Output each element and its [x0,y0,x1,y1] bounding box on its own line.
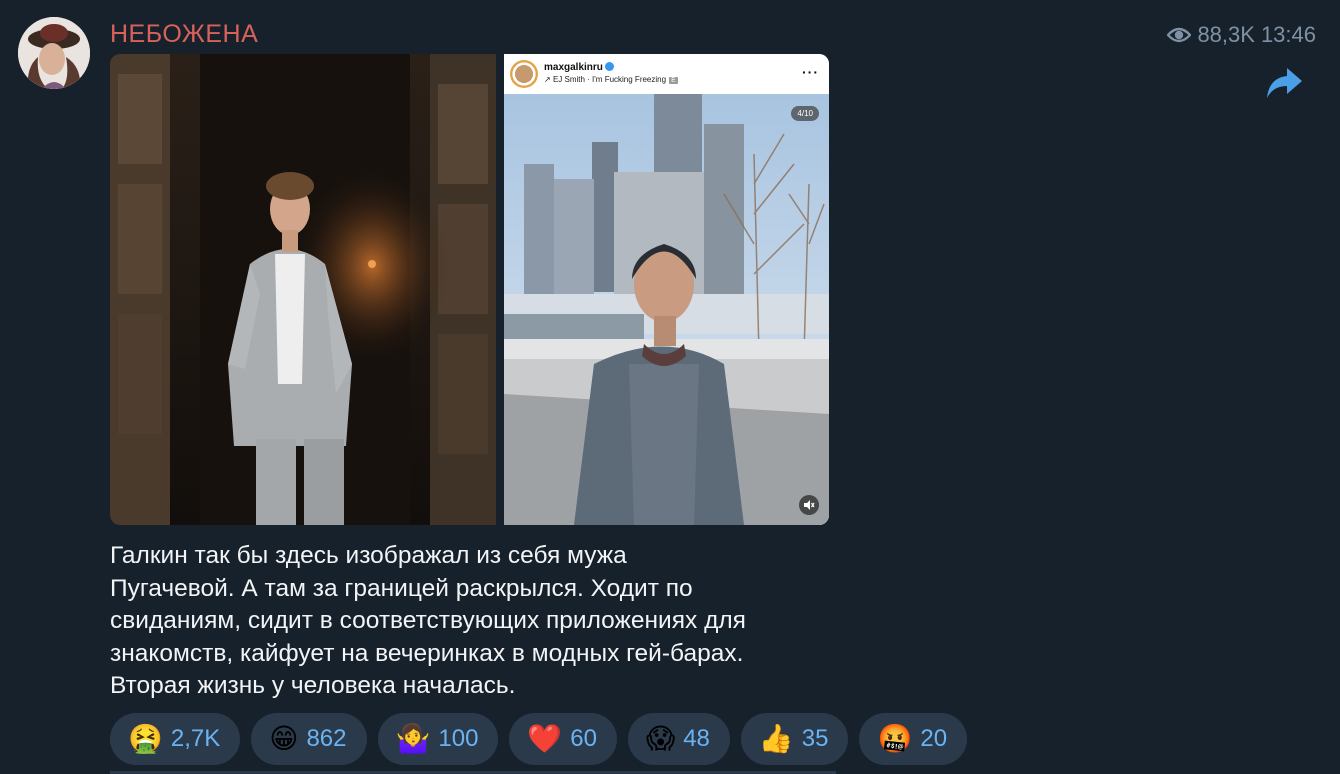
vomiting-face-icon: 🤮 [128,722,163,755]
slide-counter: 4/10 [791,106,819,121]
reaction-count: 48 [683,725,710,752]
reaction-count: 100 [438,725,479,752]
post-time: 13:46 [1260,22,1316,47]
reaction-scream[interactable]: 😱 48 [628,713,730,765]
reaction-cursing[interactable]: 🤬 20 [859,713,968,765]
thumbs-up-icon: 👍 [758,722,794,755]
reaction-heart[interactable]: ❤️ 60 [509,713,617,765]
eye-icon [1167,27,1192,43]
telegram-post: НЕБОЖЕНА 88,3K 13:46 maxgalkinru ↗ EJ Sm… [0,0,1340,774]
reaction-shrug[interactable]: 🤷‍♀️ 100 [377,713,499,765]
instagram-track: EJ Smith · I'm Fucking Freezing [552,75,667,84]
reaction-count: 60 [570,725,597,752]
avatar-portrait [18,17,90,89]
instagram-avatar [510,60,538,88]
forward-button[interactable] [1265,66,1303,100]
reaction-count: 2,7K [170,725,221,752]
post-caption: Галкин так бы здесь изображал из себя му… [110,542,746,699]
shrug-icon: 🤷‍♀️ [395,722,431,755]
instagram-username: maxgalkinru [544,62,603,73]
grinning-face-icon: 😁 [269,722,299,755]
channel-avatar[interactable] [18,17,90,89]
instagram-photo [504,94,829,525]
share-arrow-icon [1267,68,1302,98]
cursing-face-icon: 🤬 [877,722,913,755]
reaction-count: 20 [920,725,948,752]
instagram-header: maxgalkinru ↗ EJ Smith · I'm Fucking Fre… [504,54,829,94]
post-photo-1[interactable] [110,54,496,525]
screaming-face-icon: 😱 [646,722,676,755]
reaction-count: 35 [801,725,829,752]
reaction-grin[interactable]: 😁 862 [251,713,367,765]
reaction-count: 862 [306,725,347,752]
music-arrow-icon: ↗ [544,75,551,84]
more-options-icon: ··· [802,64,819,80]
post-meta: 88,3K 13:46 [1167,22,1316,48]
verified-badge-icon [604,62,614,71]
reaction-vomit[interactable]: 🤮 2,7K [110,713,241,765]
reactions-bar: 🤮 2,7K 😁 862 🤷‍♀️ 100 ❤️ 60 😱 48 👍 35 🤬 … [110,713,968,765]
photo-man-in-grey-suit [110,54,496,525]
view-count: 88,3K [1197,22,1255,47]
explicit-badge: E [669,77,678,84]
channel-name[interactable]: НЕБОЖЕНА [110,20,258,49]
muted-speaker-icon [799,495,819,515]
photo-man-in-beanie [504,94,829,525]
post-photo-2[interactable]: maxgalkinru ↗ EJ Smith · I'm Fucking Fre… [504,54,829,525]
red-heart-icon: ❤️ [527,722,563,755]
reaction-thumbs-up[interactable]: 👍 35 [740,713,849,765]
